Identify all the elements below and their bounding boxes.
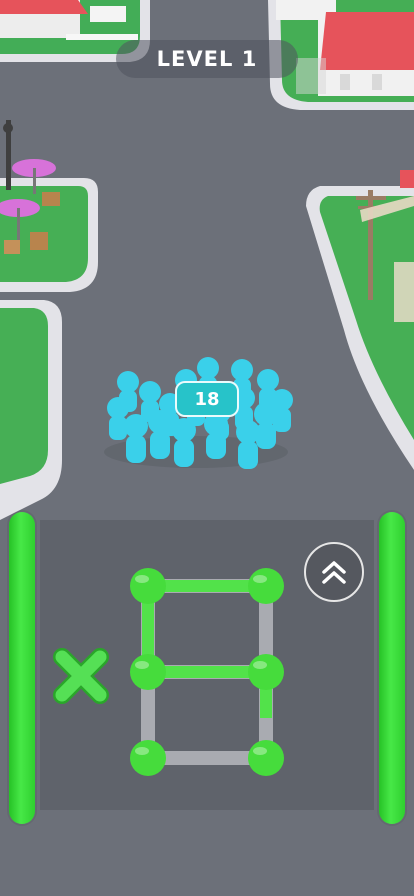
right-green-rail [379, 512, 405, 824]
grid-node [248, 654, 284, 690]
drawing-grid[interactable] [0, 0, 414, 896]
grid-node [130, 740, 166, 776]
x-icon [53, 648, 109, 704]
grid-node [248, 740, 284, 776]
drawn-path [142, 580, 272, 718]
grid-node [130, 654, 166, 690]
boost-button[interactable] [304, 542, 364, 602]
grid-node [248, 568, 284, 604]
double-chevron-up-icon [322, 561, 346, 584]
grid-node [130, 568, 166, 604]
left-green-rail [9, 512, 35, 824]
